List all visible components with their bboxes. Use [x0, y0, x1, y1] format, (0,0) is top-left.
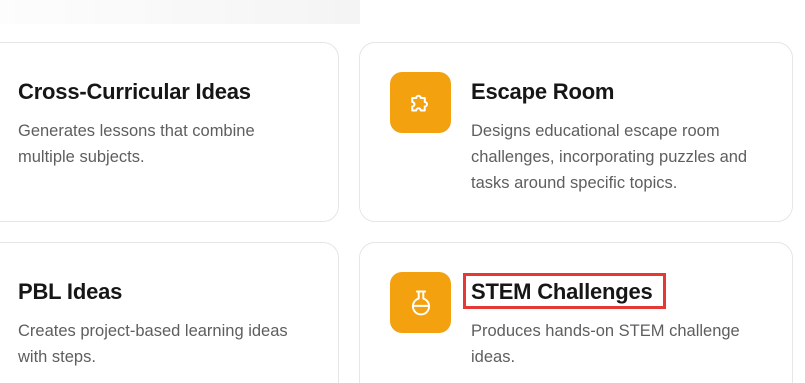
card-title: Cross-Curricular Ideas: [18, 79, 251, 104]
card-description: Generates lessons that combine multiple …: [18, 122, 255, 166]
flask-icon: [390, 272, 451, 333]
card-pbl-ideas[interactable]: PBL Ideas Creates project-based learning…: [0, 242, 339, 383]
card-title: PBL Ideas: [18, 279, 123, 304]
card-description: Designs educational escape room challeng…: [471, 122, 748, 192]
card-description: Creates project-based learning ideas wit…: [18, 322, 288, 366]
card-title: Escape Room: [471, 79, 615, 104]
tools-grid: Cross-Curricular Ideas Generates lessons…: [0, 0, 805, 383]
card-escape-room[interactable]: Escape Room Designs educational escape r…: [359, 42, 793, 222]
header-strip: [0, 0, 360, 24]
card-description: Produces hands-on STEM challenge ideas.: [471, 322, 740, 366]
puzzle-icon: [390, 72, 451, 133]
card-stem-challenges[interactable]: STEM Challenges Produces hands-on STEM c…: [359, 242, 793, 383]
card-title: STEM Challenges: [471, 279, 653, 304]
card-cross-curricular-ideas[interactable]: Cross-Curricular Ideas Generates lessons…: [0, 42, 339, 222]
